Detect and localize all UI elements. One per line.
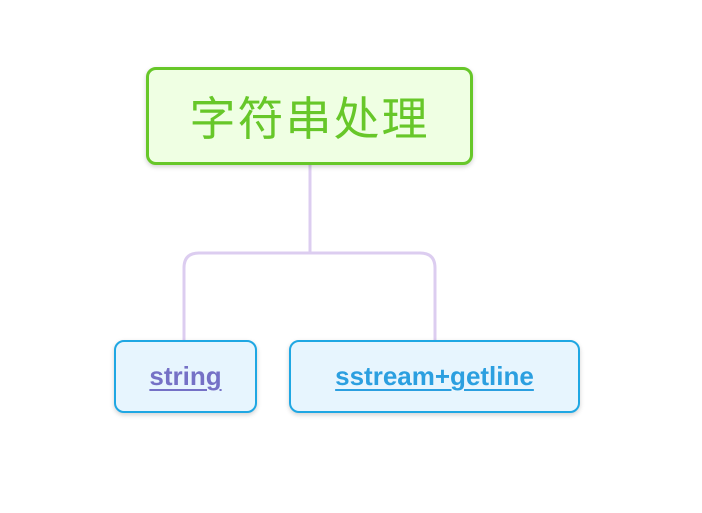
child-topic-sstream-getline-link[interactable]: sstream+getline	[289, 340, 580, 413]
child-topic-string-link[interactable]: string	[114, 340, 257, 413]
connector-branch-sstream	[310, 251, 437, 340]
root-topic-node[interactable]: 字符串处理	[146, 67, 473, 165]
connector-branch-string	[182, 251, 310, 340]
mindmap-canvas: 字符串处理 string sstream+getline	[0, 0, 702, 513]
